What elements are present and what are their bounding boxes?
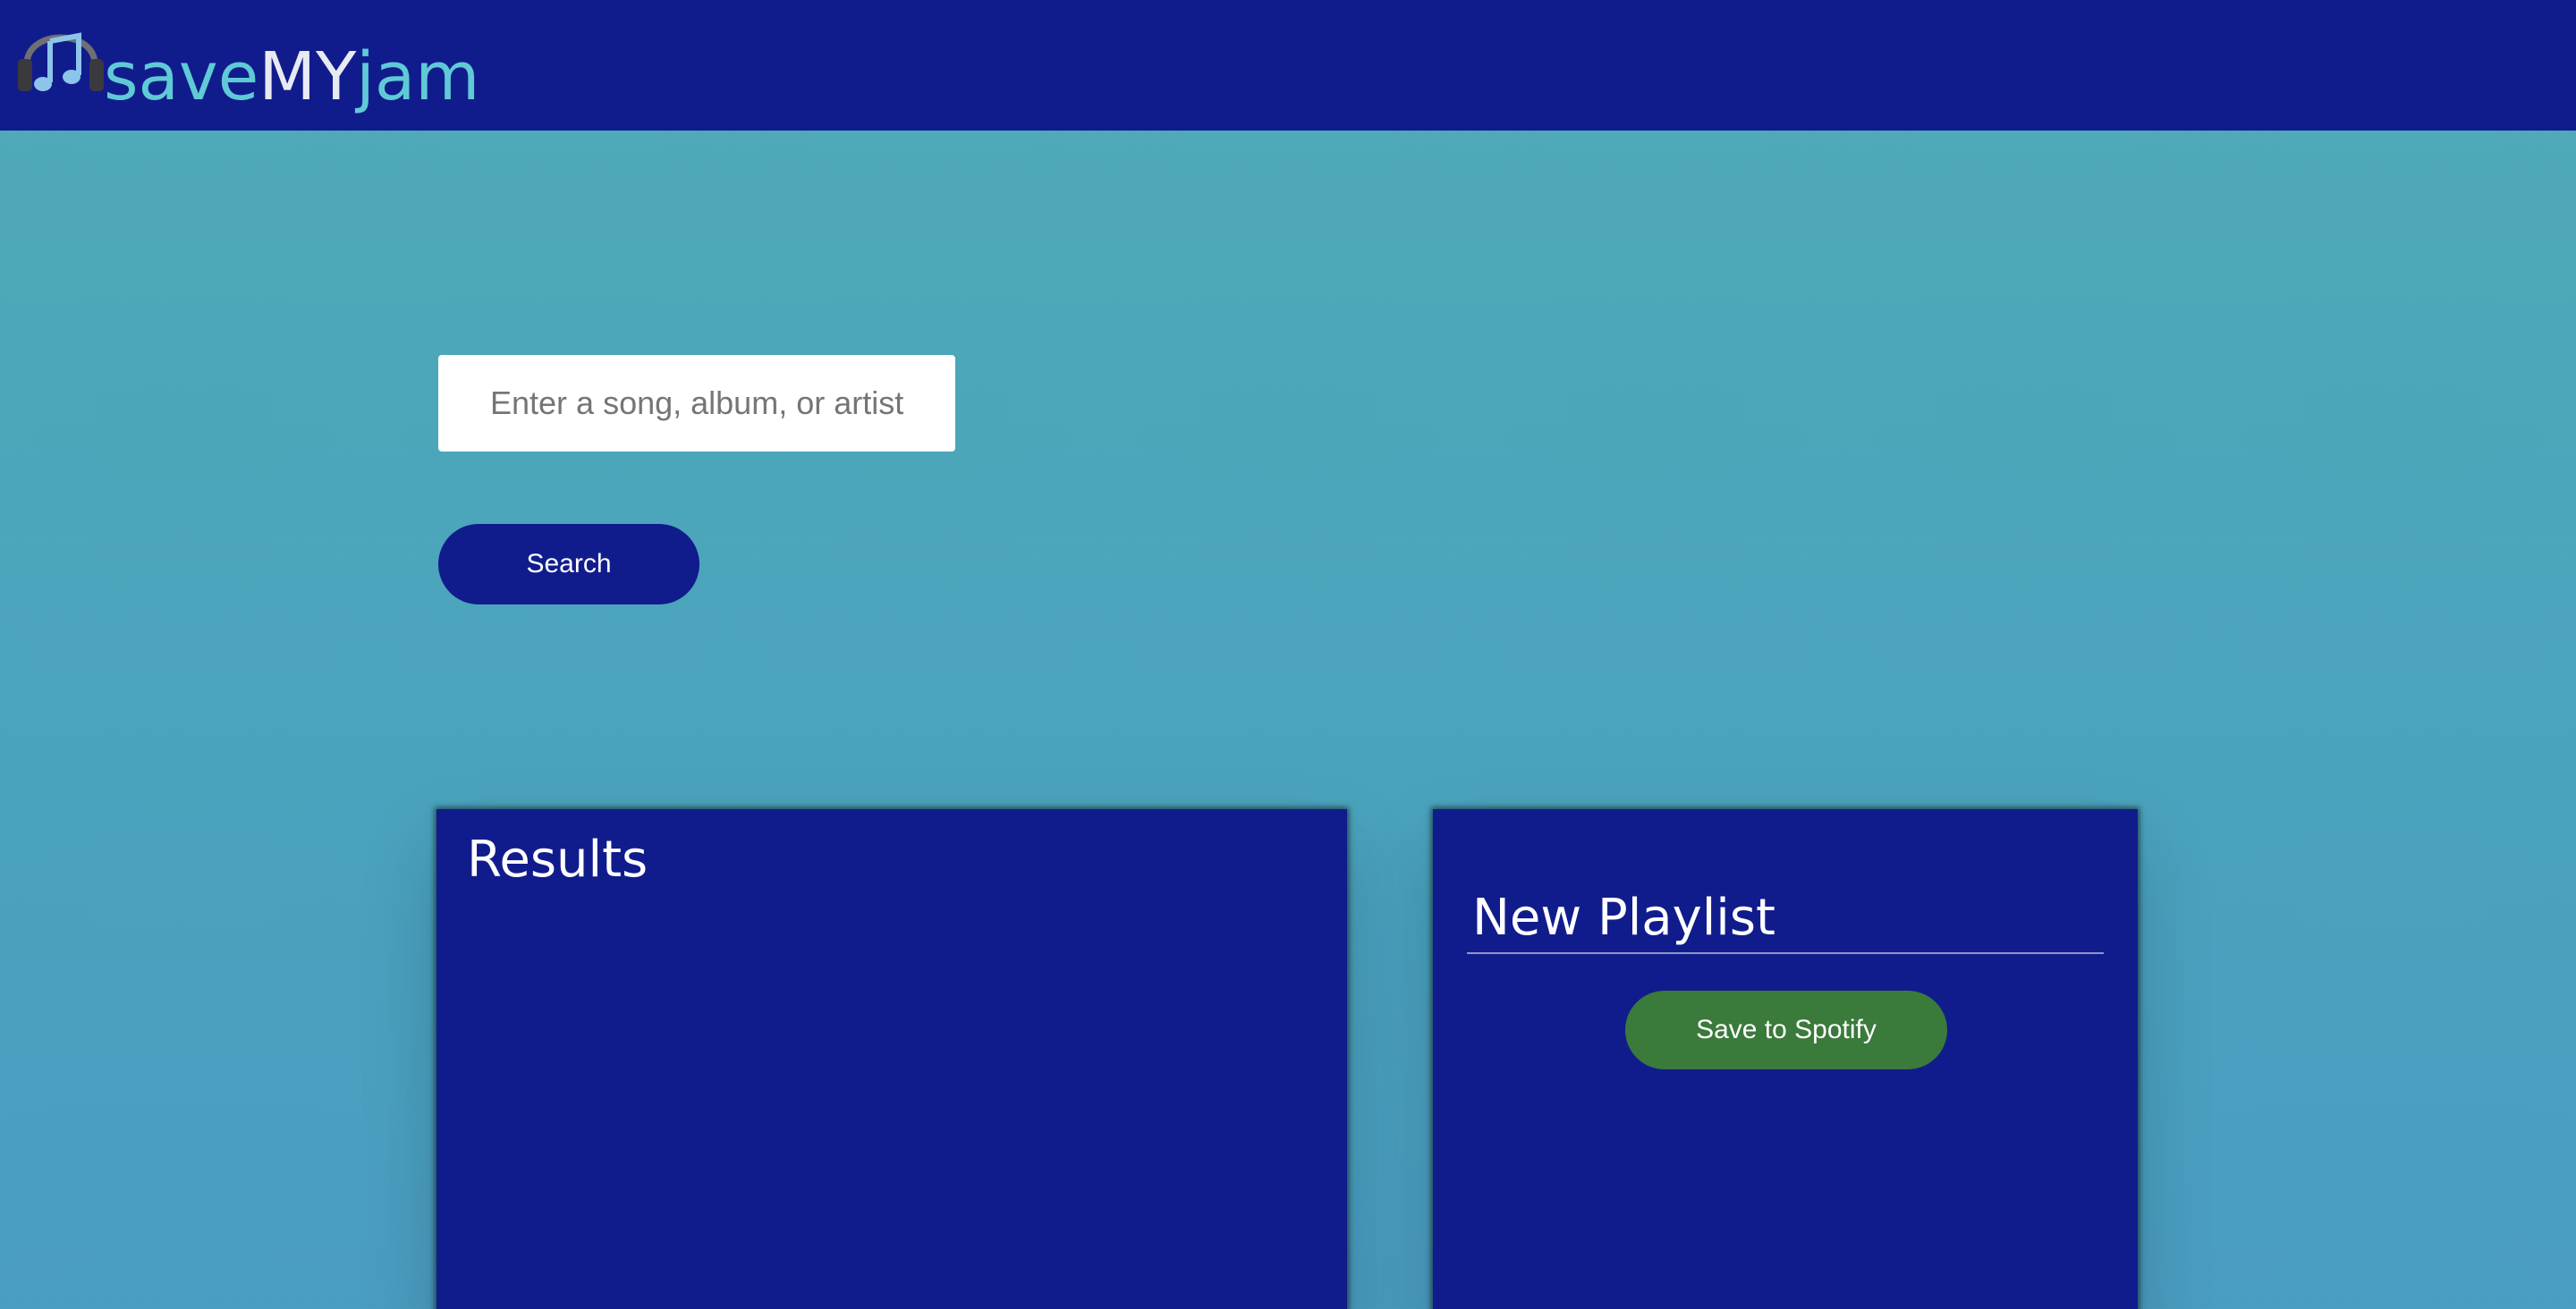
headphones-music-note-icon — [18, 32, 104, 91]
search-button[interactable]: Search — [438, 524, 699, 604]
results-title: Results — [467, 831, 648, 889]
playlist-name-input[interactable] — [1467, 883, 2104, 954]
brand-logo[interactable]: saveMYjam — [104, 34, 479, 120]
search-input[interactable] — [438, 355, 955, 452]
app-header: saveMYjam — [0, 0, 2576, 131]
results-panel: Results — [436, 809, 1347, 1309]
brand-part-jam: jam — [356, 38, 480, 115]
save-to-spotify-button[interactable]: Save to Spotify — [1625, 991, 1947, 1069]
brand-part-my: MY — [258, 38, 357, 115]
brand-part-save: save — [104, 38, 259, 115]
playlist-panel: Save to Spotify — [1433, 809, 2138, 1309]
